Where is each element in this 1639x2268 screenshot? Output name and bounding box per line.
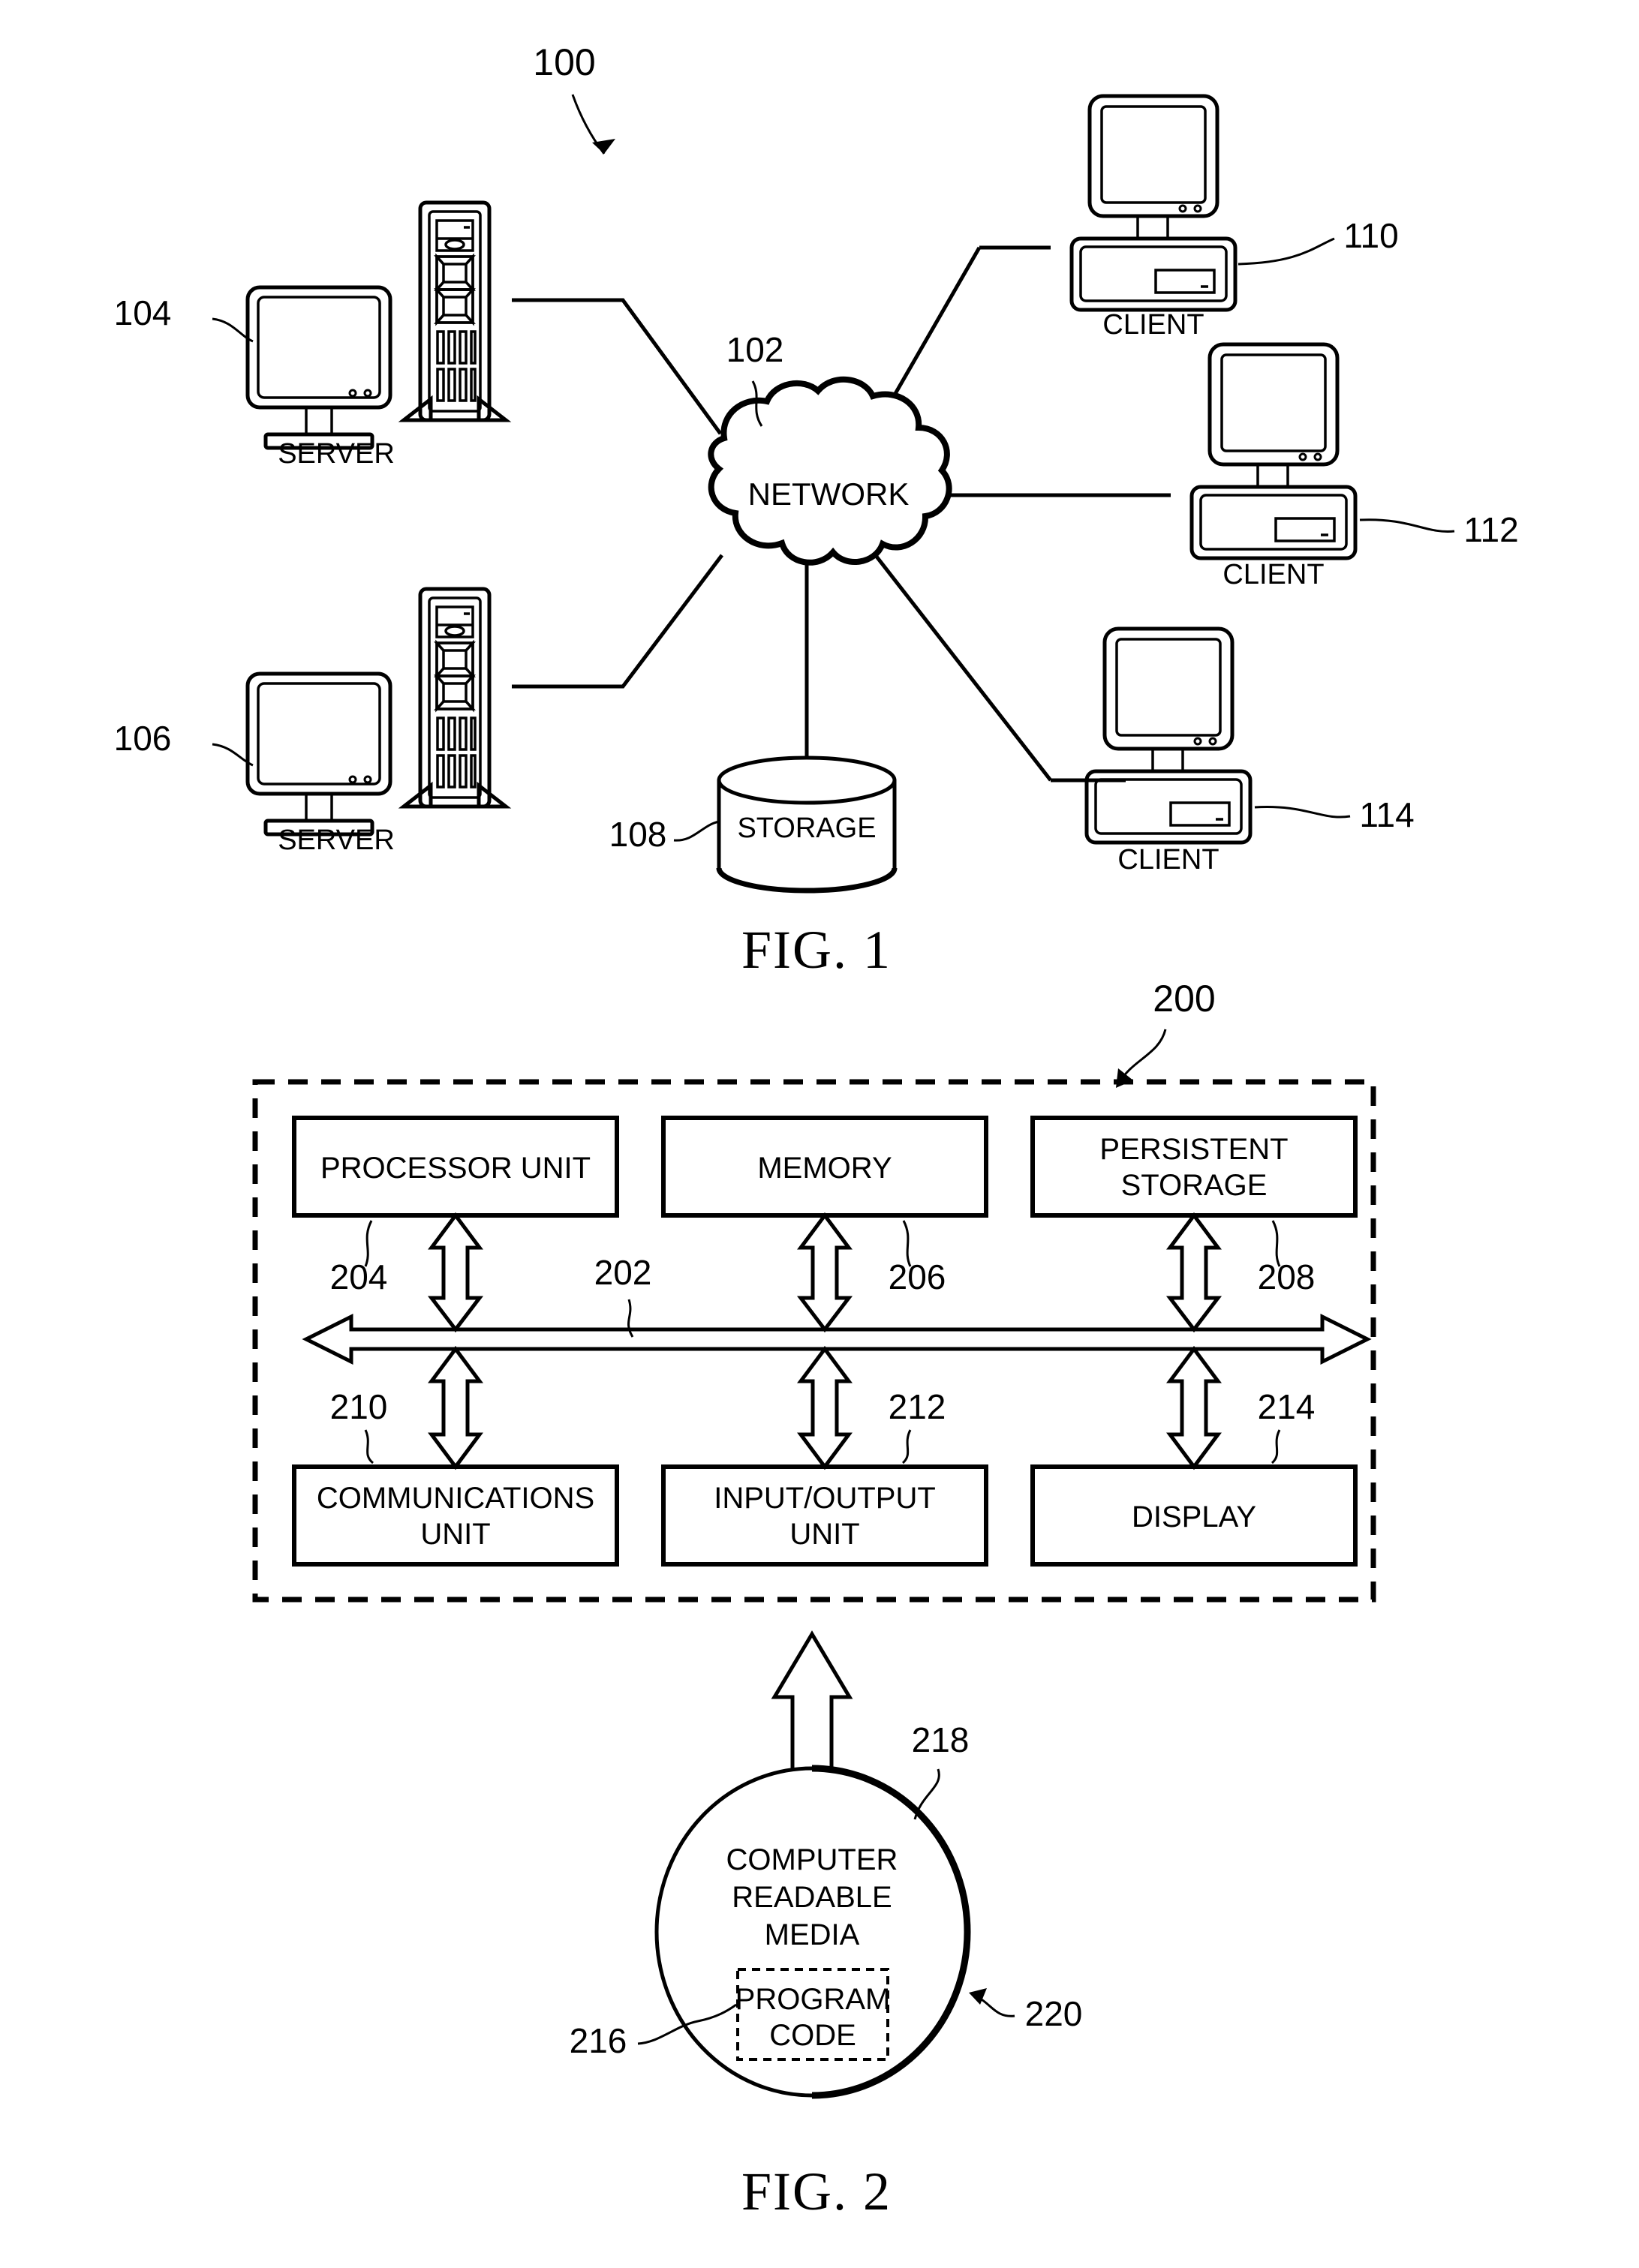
communications-unit-label-line2: UNIT bbox=[420, 1518, 490, 1551]
arrow-persistent-storage-to-bus bbox=[1165, 1212, 1222, 1333]
node-client-112[interactable]: CLIENT bbox=[1192, 344, 1355, 590]
input-output-unit-label-line1: INPUT/OUTPUT bbox=[714, 1482, 936, 1515]
persistent-storage-label-line2: STORAGE bbox=[1121, 1169, 1268, 1202]
ref-204: 204 bbox=[330, 1220, 388, 1296]
display-label: DISPLAY bbox=[1132, 1500, 1256, 1534]
figure-2-caption: FIG. 2 bbox=[741, 2161, 892, 2221]
arrow-bus-to-display bbox=[1166, 1345, 1222, 1470]
program-code-label-line2: CODE bbox=[769, 2019, 856, 2052]
ref-214-text: 214 bbox=[1258, 1387, 1316, 1426]
box-processor-unit[interactable]: PROCESSOR UNIT bbox=[292, 1116, 619, 1218]
program-code-label-line1: PROGRAM bbox=[735, 1983, 891, 2016]
client-114-label: CLIENT bbox=[1117, 844, 1219, 876]
ref-216-text: 216 bbox=[570, 2021, 627, 2060]
ref-208: 208 bbox=[1258, 1220, 1316, 1296]
arrow-bus-to-communications bbox=[428, 1345, 483, 1470]
ref-206: 206 bbox=[889, 1220, 946, 1296]
client-112-label: CLIENT bbox=[1222, 559, 1324, 590]
box-input-output-unit[interactable]: INPUT/OUTPUT UNIT bbox=[661, 1464, 988, 1567]
ref-218-text: 218 bbox=[912, 1720, 970, 1759]
node-server-104[interactable]: SERVER bbox=[248, 203, 506, 470]
arrow-media-to-system bbox=[771, 1630, 853, 1775]
box-persistent-storage[interactable]: PERSISTENT STORAGE bbox=[1030, 1116, 1358, 1218]
ref-212-text: 212 bbox=[889, 1387, 946, 1426]
media-label-line1: COMPUTER bbox=[726, 1843, 898, 1876]
ref-202-text: 202 bbox=[594, 1253, 652, 1292]
ref-220-text: 220 bbox=[1025, 1994, 1083, 2033]
patent-figure-sheet: SERVER 104 SERVER 106 NETWORK 102 STORAG… bbox=[0, 0, 1639, 2268]
ref-220: 220 bbox=[969, 1988, 1082, 2033]
node-storage-108[interactable]: STORAGE bbox=[716, 755, 898, 894]
ref-110-text: 110 bbox=[1343, 216, 1398, 255]
ref-100-leader bbox=[571, 94, 615, 155]
ref-104: 104 bbox=[114, 293, 254, 343]
ref-202: 202 bbox=[594, 1253, 652, 1338]
input-output-unit-label-line2: UNIT bbox=[789, 1518, 859, 1551]
box-memory[interactable]: MEMORY bbox=[661, 1116, 988, 1218]
ref-218: 218 bbox=[912, 1720, 970, 1820]
ref-102-text: 102 bbox=[726, 330, 784, 369]
media-label-line3: MEDIA bbox=[765, 1918, 860, 1951]
node-network-cloud[interactable]: NETWORK bbox=[708, 376, 952, 566]
ref-208-text: 208 bbox=[1258, 1257, 1316, 1296]
ref-114: 114 bbox=[1254, 795, 1415, 834]
ref-108-text: 108 bbox=[609, 815, 667, 854]
figure-1: SERVER 104 SERVER 106 NETWORK 102 STORAG… bbox=[114, 41, 1519, 980]
ref-214: 214 bbox=[1258, 1387, 1316, 1464]
ref-106-text: 106 bbox=[114, 719, 172, 758]
node-server-106[interactable]: SERVER bbox=[248, 589, 506, 856]
box-communications-unit[interactable]: COMMUNICATIONS UNIT bbox=[292, 1464, 619, 1567]
network-label: NETWORK bbox=[748, 476, 910, 512]
processor-unit-label: PROCESSOR UNIT bbox=[320, 1152, 591, 1185]
communications-unit-label-line1: COMMUNICATIONS bbox=[317, 1482, 594, 1515]
server-106-label: SERVER bbox=[278, 825, 395, 856]
ref-108: 108 bbox=[609, 815, 720, 854]
ref-200-text: 200 bbox=[1153, 978, 1215, 1020]
server-104-label: SERVER bbox=[278, 438, 395, 470]
node-client-110[interactable]: CLIENT bbox=[1072, 96, 1235, 341]
ref-114-text: 114 bbox=[1359, 795, 1414, 834]
system-bus-202 bbox=[302, 1313, 1372, 1365]
ref-212: 212 bbox=[889, 1387, 946, 1464]
figure-1-caption: FIG. 1 bbox=[741, 920, 892, 980]
ref-210-text: 210 bbox=[330, 1387, 388, 1426]
storage-label: STORAGE bbox=[737, 813, 876, 844]
ref-110: 110 bbox=[1238, 216, 1399, 266]
ref-206-text: 206 bbox=[889, 1257, 946, 1296]
persistent-storage-label-line1: PERSISTENT bbox=[1099, 1133, 1288, 1166]
ref-112-text: 112 bbox=[1463, 510, 1518, 549]
ref-112: 112 bbox=[1359, 510, 1519, 549]
client-110-label: CLIENT bbox=[1102, 309, 1204, 341]
ref-210: 210 bbox=[330, 1387, 388, 1464]
arrow-processor-to-bus bbox=[427, 1212, 484, 1333]
computer-readable-media[interactable]: COMPUTER READABLE MEDIA PROGRAM CODE bbox=[654, 1765, 971, 2099]
figure-canvas: SERVER 104 SERVER 106 NETWORK 102 STORAG… bbox=[114, 41, 1519, 2221]
arrow-bus-to-input-output bbox=[797, 1345, 853, 1470]
node-client-114[interactable]: CLIENT bbox=[1087, 629, 1250, 876]
arrow-memory-to-bus bbox=[796, 1212, 853, 1333]
media-label-line2: READABLE bbox=[732, 1881, 892, 1914]
memory-label: MEMORY bbox=[757, 1152, 892, 1185]
box-display[interactable]: DISPLAY bbox=[1030, 1464, 1358, 1567]
ref-100-text: 100 bbox=[533, 41, 595, 83]
ref-104-text: 104 bbox=[114, 293, 172, 332]
ref-106: 106 bbox=[114, 719, 254, 767]
figure-2: 200 PROCESSOR UNIT MEMORY PERSISTENT STO… bbox=[252, 978, 1376, 2221]
ref-204-text: 204 bbox=[330, 1257, 388, 1296]
